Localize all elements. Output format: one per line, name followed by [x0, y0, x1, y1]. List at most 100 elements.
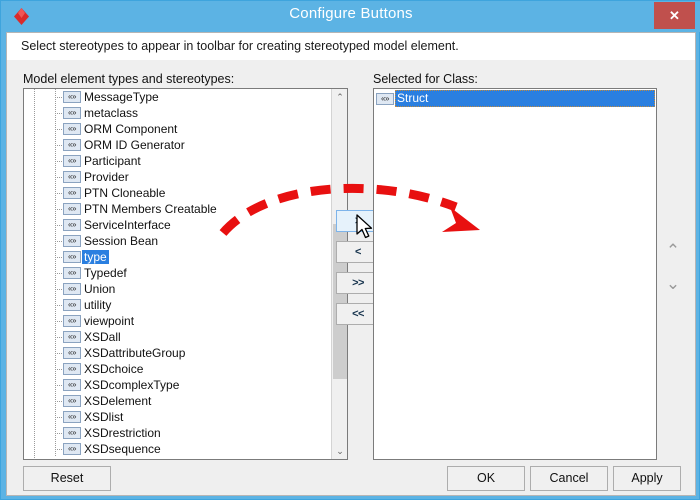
tree-item-label: MessageType: [84, 90, 159, 104]
tree-item[interactable]: «» utility: [24, 297, 331, 313]
stereotype-icon: «»: [63, 155, 81, 167]
tree-item-label: PTN Cloneable: [84, 186, 166, 200]
stereotype-icon: «»: [63, 235, 81, 247]
title-bar: Configure Buttons ✕: [1, 1, 700, 32]
tree-item-label: PTN Members Creatable: [84, 202, 217, 216]
instruction-text: Select stereotypes to appear in toolbar …: [21, 39, 459, 53]
tree-item-label: ORM Component: [84, 122, 178, 136]
transfer-button-group: > < >> <<: [336, 88, 380, 460]
tree-item[interactable]: «» Union: [24, 281, 331, 297]
tree-connector-horizontal: [55, 385, 63, 386]
tree-item-label: utility: [84, 298, 112, 312]
apply-button[interactable]: Apply: [613, 466, 681, 491]
tree-item[interactable]: «» Participant: [24, 153, 331, 169]
tree-connector-horizontal: [55, 337, 63, 338]
tree-item-label: XSDattributeGroup: [84, 346, 186, 360]
tree-item[interactable]: «» ServiceInterface: [24, 217, 331, 233]
tree-item[interactable]: «» ORM Component: [24, 121, 331, 137]
tree-item[interactable]: «» PTN Cloneable: [24, 185, 331, 201]
model-element-list-items: «» MessageType «» metaclass «» ORM Component «…: [24, 89, 331, 459]
tree-item-label: Provider: [84, 170, 129, 184]
tree-connector-horizontal: [55, 321, 63, 322]
scroll-up-icon[interactable]: ⌃: [332, 89, 347, 105]
stereotype-icon: «»: [63, 123, 81, 135]
tree-item-label: Typedef: [84, 266, 127, 280]
tree-item[interactable]: «» Provider: [24, 169, 331, 185]
move-up-icon[interactable]: ⌃: [662, 242, 684, 260]
stereotype-icon: «»: [63, 411, 81, 423]
tree-item[interactable]: «» ORM ID Generator: [24, 137, 331, 153]
tree-connector-horizontal: [55, 401, 63, 402]
stereotype-icon: «»: [63, 219, 81, 231]
tree-connector-horizontal: [55, 161, 63, 162]
stereotype-icon: «»: [63, 395, 81, 407]
ok-button[interactable]: OK: [447, 466, 525, 491]
left-panel-label: Model element types and stereotypes:: [23, 72, 235, 86]
stereotype-icon: «»: [63, 347, 81, 359]
tree-item[interactable]: «» Typedef: [24, 265, 331, 281]
tree-connector-horizontal: [55, 353, 63, 354]
stereotype-icon: «»: [63, 379, 81, 391]
tree-item[interactable]: «» XSDall: [24, 329, 331, 345]
stereotype-icon: «»: [63, 91, 81, 103]
tree-item[interactable]: «» type: [24, 249, 331, 265]
tree-connector-horizontal: [55, 289, 63, 290]
tree-item[interactable]: «» XSDcomplexType: [24, 377, 331, 393]
stereotype-icon: «»: [376, 93, 394, 105]
stereotype-icon: «»: [63, 283, 81, 295]
dialog-content: Model element types and stereotypes: Sel…: [6, 60, 696, 496]
list-item[interactable]: «» Struct: [375, 90, 655, 107]
stereotype-icon: «»: [63, 299, 81, 311]
move-down-icon[interactable]: ⌄: [662, 275, 684, 293]
scroll-down-icon[interactable]: ⌄: [332, 443, 347, 459]
tree-item[interactable]: «» Session Bean: [24, 233, 331, 249]
stereotype-icon: «»: [63, 315, 81, 327]
tree-item[interactable]: «» MessageType: [24, 89, 331, 105]
tree-connector-horizontal: [55, 209, 63, 210]
tree-connector-horizontal: [55, 305, 63, 306]
tree-connector-horizontal: [55, 369, 63, 370]
tree-connector-horizontal: [55, 433, 63, 434]
tree-item[interactable]: «» XSDsequence: [24, 441, 331, 457]
tree-item[interactable]: «» XSDattributeGroup: [24, 345, 331, 361]
close-button[interactable]: ✕: [654, 2, 695, 29]
tree-connector-horizontal: [55, 417, 63, 418]
tree-item-label: XSDall: [84, 330, 121, 344]
window-title: Configure Buttons: [289, 5, 413, 22]
tree-connector-horizontal: [55, 273, 63, 274]
right-panel-label: Selected for Class:: [373, 72, 478, 86]
tree-item-label: XSDcomplexType: [84, 378, 180, 392]
selected-list[interactable]: «» Struct: [373, 88, 657, 460]
stereotype-icon: «»: [63, 443, 81, 455]
reset-button[interactable]: Reset: [23, 466, 111, 491]
stereotype-icon: «»: [63, 171, 81, 183]
tree-item-label: viewpoint: [84, 314, 135, 328]
stereotype-icon: «»: [63, 203, 81, 215]
tree-item[interactable]: «» metaclass: [24, 105, 331, 121]
model-element-list[interactable]: «» MessageType «» metaclass «» ORM Component «…: [23, 88, 348, 460]
tree-connector-horizontal: [55, 241, 63, 242]
tree-connector-horizontal: [55, 449, 63, 450]
tree-item-label: Session Bean: [84, 234, 159, 248]
tree-item[interactable]: «» XSDlist: [24, 409, 331, 425]
tree-connector-horizontal: [55, 113, 63, 114]
tree-item-label: XSDrestriction: [84, 426, 161, 440]
tree-item[interactable]: «» XSDrestriction: [24, 425, 331, 441]
list-item-label: Struct: [395, 90, 655, 107]
tree-connector-horizontal: [55, 177, 63, 178]
cancel-button[interactable]: Cancel: [530, 466, 608, 491]
stereotype-icon: «»: [63, 187, 81, 199]
tree-item[interactable]: «» PTN Members Creatable: [24, 201, 331, 217]
tree-item-label: Participant: [84, 154, 141, 168]
tree-item-label: XSDlist: [84, 410, 124, 424]
tree-item[interactable]: «» XSDchoice: [24, 361, 331, 377]
tree-item[interactable]: «» viewpoint: [24, 313, 331, 329]
tree-item-label: XSDsequence: [84, 442, 161, 456]
stereotype-icon: «»: [63, 267, 81, 279]
tree-connector-horizontal: [55, 193, 63, 194]
tree-connector-horizontal: [55, 225, 63, 226]
stereotype-icon: «»: [63, 251, 81, 263]
stereotype-icon: «»: [63, 427, 81, 439]
tree-item[interactable]: «» XSDelement: [24, 393, 331, 409]
tree-connector-horizontal: [55, 129, 63, 130]
